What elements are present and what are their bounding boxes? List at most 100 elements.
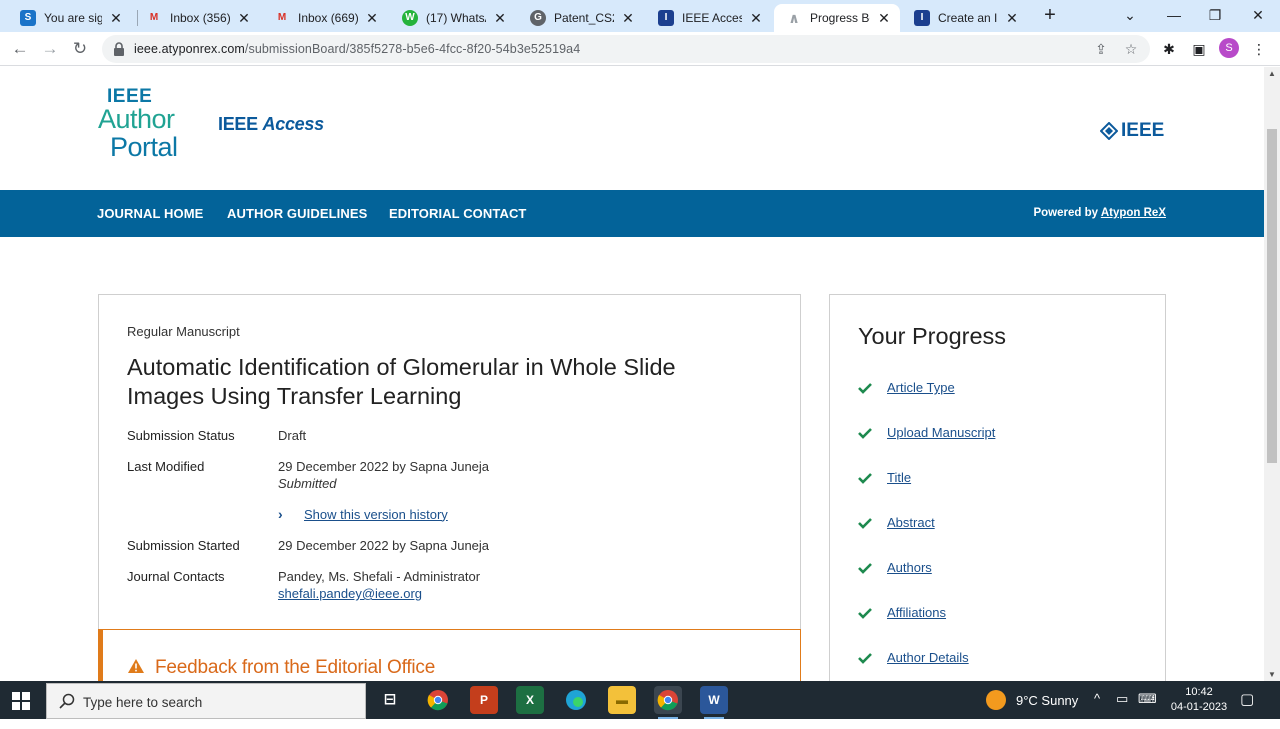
scrollbar-thumb[interactable] — [1267, 129, 1277, 463]
progress-link-authors[interactable]: Authors — [887, 560, 932, 575]
tab-title: Create an IEE — [938, 11, 998, 25]
progress-item[interactable]: Abstract — [858, 515, 935, 530]
ieee-access-logo[interactable]: IEEE Access — [218, 114, 324, 135]
powerpoint-icon[interactable]: P — [470, 686, 498, 714]
contact-email-link[interactable]: shefali.pandey@ieee.org — [278, 586, 422, 601]
check-icon — [858, 472, 872, 484]
profile-avatar[interactable]: S — [1219, 38, 1239, 58]
clock-time: 10:42 — [1185, 686, 1213, 698]
extensions-puzzle-icon[interactable]: ✱ — [1160, 40, 1178, 58]
browser-toolbar: ← → ↻ ieee.atyponrex.com/submissionBoard… — [0, 32, 1280, 66]
check-icon — [858, 562, 872, 574]
browser-tab[interactable]: W (17) WhatsAp ✕ — [390, 4, 516, 32]
logo-portal-text: Portal — [110, 132, 178, 162]
window-close-icon[interactable]: ✕ — [1236, 2, 1280, 30]
close-icon[interactable]: ✕ — [364, 10, 380, 27]
progress-link-upload-manuscript[interactable]: Upload Manuscript — [887, 425, 995, 440]
taskbar-search-box[interactable]: Type here to search — [46, 683, 366, 719]
close-icon[interactable]: ✕ — [1004, 10, 1020, 27]
globe-icon: G — [530, 10, 546, 26]
menu-dots-icon[interactable]: ⋮ — [1250, 40, 1268, 58]
progress-item[interactable]: Author Details — [858, 650, 969, 665]
task-view-icon[interactable]: ⊟ — [376, 686, 404, 714]
nav-editorial-contact[interactable]: EDITORIAL CONTACT — [389, 206, 526, 221]
close-icon[interactable]: ✕ — [748, 10, 764, 27]
progress-link-author-details[interactable]: Author Details — [887, 650, 969, 665]
last-modified-label: Last Modified — [127, 459, 205, 474]
close-icon[interactable]: ✕ — [876, 10, 892, 27]
browser-tab[interactable]: I IEEE Access: T ✕ — [646, 4, 772, 32]
ieee-favicon-icon: I — [914, 10, 930, 26]
chrome-logo-icon — [427, 690, 448, 711]
windows-taskbar: Type here to search ⊟ P X ▬ W 9°C Sunny … — [0, 681, 1280, 719]
share-icon[interactable]: ⇪ — [1092, 40, 1110, 58]
progress-link-article-type[interactable]: Article Type — [887, 380, 955, 395]
version-history-link[interactable]: Show this version history — [304, 507, 448, 522]
ieee-brand-logo[interactable]: IEEE — [1100, 120, 1164, 142]
nav-journal-home[interactable]: JOURNAL HOME — [97, 206, 203, 221]
scroll-up-icon[interactable]: ▲ — [1264, 69, 1280, 78]
show-hidden-icons-chevron-icon[interactable]: ^ — [1094, 691, 1100, 729]
word-icon[interactable]: W — [700, 686, 728, 719]
nav-author-guidelines[interactable]: AUTHOR GUIDELINES — [227, 206, 367, 221]
tab-search-chevron-icon[interactable]: ⌄ — [1108, 2, 1152, 30]
meet-now-icon[interactable]: ▭ — [1116, 691, 1128, 729]
excel-icon[interactable]: X — [516, 686, 544, 714]
close-icon[interactable]: ✕ — [620, 10, 636, 27]
bookmark-star-icon[interactable]: ☆ — [1122, 40, 1140, 58]
back-arrow-icon[interactable]: ← — [7, 36, 33, 62]
progress-item[interactable]: Title — [858, 470, 911, 485]
keyboard-icon[interactable]: ⌨ — [1138, 691, 1157, 729]
progress-item[interactable]: Upload Manuscript — [858, 425, 995, 440]
progress-item[interactable]: Article Type — [858, 380, 955, 395]
restore-icon[interactable]: ❐ — [1193, 2, 1237, 30]
atypon-rex-link[interactable]: Atypon ReX — [1101, 207, 1166, 219]
weather-text: 9°C Sunny — [1016, 693, 1079, 708]
windows-start-icon[interactable] — [12, 692, 30, 710]
check-icon — [858, 607, 872, 619]
forward-arrow-icon[interactable]: → — [37, 36, 63, 62]
close-icon[interactable]: ✕ — [108, 10, 124, 27]
tab-favicon-icon: S — [20, 10, 36, 26]
close-icon[interactable]: ✕ — [492, 10, 508, 27]
scroll-down-icon[interactable]: ▼ — [1264, 670, 1280, 679]
notification-icon[interactable]: ▢ — [1240, 690, 1254, 728]
edge-icon[interactable] — [562, 686, 590, 714]
warning-icon — [128, 659, 144, 673]
check-icon — [858, 517, 872, 529]
taskbar-clock[interactable]: 10:42 04-01-2023 — [1170, 685, 1228, 715]
progress-item[interactable]: Affiliations — [858, 605, 946, 620]
browser-tab[interactable]: M Inbox (669) - ✕ — [262, 4, 388, 32]
browser-tab[interactable]: S You are signe ✕ — [8, 4, 132, 32]
progress-item[interactable]: Authors — [858, 560, 932, 575]
edge-logo-icon — [566, 690, 586, 710]
progress-link-title[interactable]: Title — [887, 470, 911, 485]
feedback-title: Feedback from the Editorial Office — [155, 657, 436, 678]
page-scrollbar[interactable]: ▲ ▼ — [1264, 67, 1280, 681]
reload-icon[interactable]: ↻ — [67, 36, 93, 62]
browser-tab[interactable]: I Create an IEE ✕ — [902, 4, 1028, 32]
check-icon — [858, 382, 872, 394]
version-history-toggle[interactable]: › Show this version history — [278, 506, 448, 522]
journal-prefix: IEEE — [218, 114, 258, 134]
browser-tab[interactable]: G Patent_CS2.p ✕ — [518, 4, 644, 32]
chrome-profile-icon[interactable] — [654, 686, 682, 719]
address-bar[interactable]: ieee.atyponrex.com/submissionBoard/385f5… — [102, 35, 1150, 63]
editorial-feedback-panel: Feedback from the Editorial Office — [98, 629, 801, 681]
whatsapp-icon: W — [402, 10, 418, 26]
close-icon[interactable]: ✕ — [236, 10, 252, 27]
minimize-icon[interactable]: — — [1152, 2, 1196, 30]
progress-link-affiliations[interactable]: Affiliations — [887, 605, 946, 620]
chrome-icon[interactable] — [424, 686, 452, 714]
progress-link-abstract[interactable]: Abstract — [887, 515, 935, 530]
check-icon — [858, 427, 872, 439]
progress-title: Your Progress — [858, 323, 1007, 349]
browser-tab-active[interactable]: ∧ Progress Boa ✕ — [774, 4, 900, 32]
file-explorer-icon[interactable]: ▬ — [608, 686, 636, 714]
side-panel-icon[interactable]: ▣ — [1190, 40, 1208, 58]
browser-tab[interactable]: M Inbox (356) - ✕ — [134, 4, 260, 32]
new-tab-plus-icon[interactable]: + — [1038, 4, 1062, 28]
lock-icon — [114, 42, 124, 56]
clock-date: 04-01-2023 — [1170, 701, 1228, 713]
contact-name: Pandey, Ms. Shefali - Administrator — [278, 569, 481, 584]
